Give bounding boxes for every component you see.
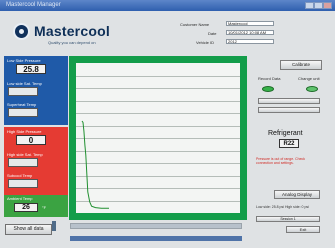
low-side-panel: Low Side Pressure 25.8 Low side Sat. Tem… <box>4 56 68 125</box>
window-title-bar: Mastercool Manager <box>0 0 335 11</box>
customer-name-label: Customer Name <box>180 22 210 27</box>
brand-logo-icon <box>13 23 30 40</box>
option-button-1[interactable] <box>258 98 320 104</box>
high-side-pressure-label: High Side Pressure <box>7 129 42 134</box>
refrigerant-value[interactable]: R22 <box>279 139 299 148</box>
customer-name-field[interactable]: Mastercool <box>226 21 274 26</box>
window-title: Mastercool Manager <box>6 2 61 8</box>
low-side-pressure-value: 25.8 <box>16 64 46 74</box>
maximize-button[interactable] <box>314 2 323 9</box>
subcool-field <box>8 179 38 188</box>
close-button[interactable] <box>323 2 332 9</box>
minimize-button[interactable] <box>305 2 314 9</box>
ambient-temp-label: Ambient Temp <box>7 196 33 201</box>
date-field[interactable]: 10/01/2012 10:08 AM <box>226 30 274 35</box>
high-side-sat-temp-label: High side Sat. Temp <box>7 152 43 157</box>
high-side-pressure-value: 0 <box>16 135 46 145</box>
low-side-pressure-label: Low Side Pressure <box>7 58 41 63</box>
record-data-label: Record Data <box>258 76 281 81</box>
analog-display-button[interactable]: Analog Display <box>274 190 320 199</box>
superheat-label: Superheat Temp <box>7 102 37 107</box>
refrigerant-label: Refrigerant <box>268 130 303 137</box>
timeline-slider-thumb[interactable] <box>52 221 56 231</box>
date-label: Date <box>208 31 217 36</box>
chart-plot-area <box>76 63 240 213</box>
low-side-sat-temp-label: Low side Sat. Temp <box>7 81 42 86</box>
high-side-panel: High Side Pressure 0 High side Sat. Temp… <box>4 127 68 195</box>
vehicle-id-label: Vehicle ID <box>196 40 215 45</box>
ambient-temp-unit: °F <box>42 205 47 210</box>
record-data-toggle[interactable] <box>262 86 274 92</box>
timeline-slider[interactable] <box>70 223 242 229</box>
timeline-scrollbar[interactable] <box>70 236 242 241</box>
brand-tagline: Quality you can depend on <box>48 40 96 45</box>
pressure-chart <box>81 120 109 209</box>
option-button-2[interactable] <box>258 107 320 113</box>
high-side-sat-temp-field <box>8 158 38 167</box>
ambient-panel: Ambient Temp 26 °F <box>4 195 68 217</box>
change-unit-toggle[interactable] <box>306 86 318 92</box>
brand-name: Mastercool <box>34 23 110 39</box>
warning-text: Pressure is out of range. Check connecti… <box>256 157 306 165</box>
ambient-temp-value: 26 <box>14 203 38 212</box>
pressure-summary: Low side: 25.8 psi High side: 0 psi <box>256 205 309 209</box>
vehicle-id-field[interactable]: 2012 <box>226 39 274 44</box>
calibrate-button[interactable]: Calibrate <box>280 60 322 70</box>
low-side-sat-temp-field <box>8 87 38 96</box>
change-unit-label: Change unit <box>298 76 320 81</box>
show-all-data-button[interactable]: Show all data <box>5 224 52 235</box>
exit-button[interactable]: Exit <box>286 226 320 233</box>
superheat-field <box>8 108 38 117</box>
pressure-series-line <box>81 120 109 209</box>
session-button[interactable]: Session 1 <box>256 216 320 222</box>
subcool-label: Subcool Temp <box>7 173 33 178</box>
